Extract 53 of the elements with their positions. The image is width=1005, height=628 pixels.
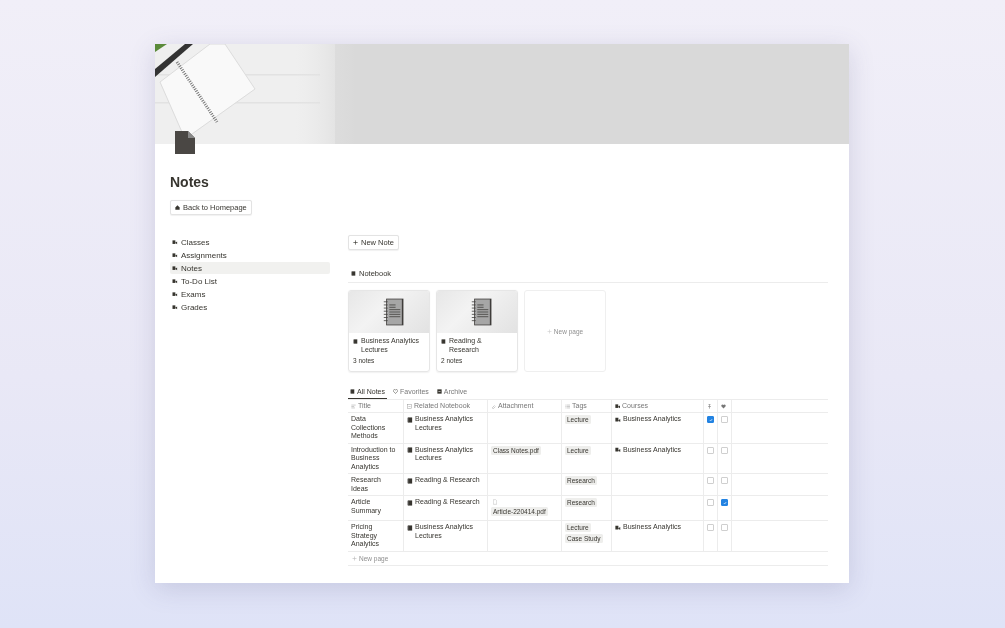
- book-icon: [407, 416, 413, 423]
- relation-icon: [615, 524, 621, 531]
- book-icon: [441, 338, 446, 344]
- database-icon: [172, 265, 178, 271]
- sidebar-item[interactable]: To-Do List: [170, 275, 330, 287]
- checkbox[interactable]: [721, 446, 728, 454]
- book-icon: [407, 477, 413, 484]
- page-title: Notes: [170, 174, 210, 190]
- book-icon: [350, 389, 355, 394]
- database-icon: [172, 278, 178, 284]
- page-icon: [175, 131, 195, 154]
- database-icon: [172, 291, 178, 297]
- checkbox[interactable]: [707, 524, 714, 531]
- sidebar-item[interactable]: Classes: [170, 236, 330, 248]
- database-icon: [172, 304, 178, 310]
- notebook-icon: [471, 297, 493, 327]
- relation-icon: [615, 447, 621, 453]
- heart-icon: [721, 403, 726, 409]
- book-icon: [351, 271, 356, 276]
- book-icon: [407, 447, 413, 453]
- plus-icon: [353, 240, 358, 245]
- plus-icon: [546, 328, 552, 334]
- text-icon: [351, 403, 356, 409]
- relation-icon: [615, 416, 621, 423]
- database-icon: [172, 239, 178, 245]
- checkbox[interactable]: [707, 446, 714, 454]
- list-icon: [565, 403, 570, 409]
- checkbox[interactable]: [707, 477, 714, 484]
- book-icon: [407, 499, 413, 506]
- check-icon: [708, 417, 713, 422]
- database-icon: [172, 252, 178, 258]
- paperclip-icon: [491, 403, 496, 409]
- heart-icon: [393, 389, 398, 394]
- sidebar-item[interactable]: Notes: [170, 262, 330, 274]
- sidebar-item[interactable]: Exams: [170, 288, 330, 300]
- checkbox[interactable]: [721, 477, 728, 484]
- check-icon: [722, 500, 727, 505]
- book-icon: [407, 524, 413, 531]
- checkbox[interactable]: [707, 499, 714, 506]
- checkbox[interactable]: [721, 524, 728, 531]
- notebook-icon: [383, 297, 405, 327]
- relation-icon: [407, 403, 412, 409]
- checkbox[interactable]: [721, 416, 728, 423]
- plus-icon: [352, 555, 357, 561]
- checkbox[interactable]: [721, 499, 728, 506]
- checkbox[interactable]: [707, 416, 714, 423]
- pin-icon: [707, 403, 712, 409]
- house-icon: [175, 205, 180, 210]
- archive-icon: [436, 389, 442, 394]
- sidebar-item[interactable]: Grades: [170, 301, 330, 313]
- sidebar-item[interactable]: Assignments: [170, 249, 330, 261]
- relation-icon: [615, 403, 620, 409]
- book-icon: [353, 338, 358, 344]
